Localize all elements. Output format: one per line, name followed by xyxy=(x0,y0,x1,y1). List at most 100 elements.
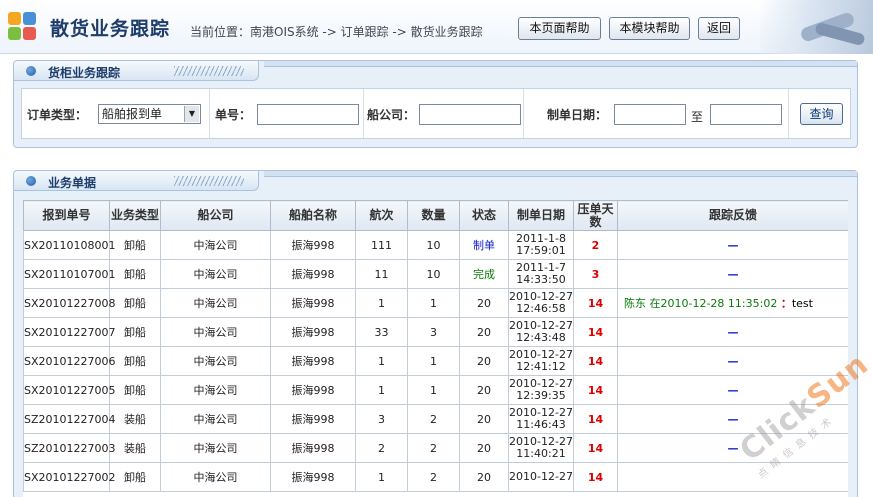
qty-cell: 2 xyxy=(407,404,460,434)
company-cell: 中海公司 xyxy=(160,433,271,463)
company-cell: 中海公司 xyxy=(160,375,271,405)
order-no-input[interactable] xyxy=(257,104,359,125)
panel-hatch-decoration xyxy=(174,66,244,76)
days-cell: 14 xyxy=(573,404,618,434)
order-no-cell: SX20101227008 xyxy=(23,288,116,318)
voyage-cell: 1 xyxy=(355,462,408,492)
company-cell: 中海公司 xyxy=(160,404,271,434)
status-cell: 20 xyxy=(459,346,509,376)
column-header-status[interactable]: 状态 xyxy=(459,200,509,231)
column-header-qty[interactable]: 数量 xyxy=(407,200,460,231)
voyage-cell: 1 xyxy=(355,346,408,376)
ship-cell: 振海998 xyxy=(270,404,356,434)
feedback-cell[interactable]: — xyxy=(617,346,848,376)
status-cell: 20 xyxy=(459,462,509,492)
company-cell: 中海公司 xyxy=(160,230,271,260)
table-row[interactable]: SZ20101227004 装船 中海公司 振海998 3 2 20 2010-… xyxy=(23,404,848,434)
feedback-cell[interactable]: — xyxy=(617,404,848,434)
feedback-cell[interactable]: — xyxy=(617,375,848,405)
table-row[interactable]: SX20101227005 卸船 中海公司 振海998 1 1 20 2010-… xyxy=(23,375,848,405)
voyage-cell: 1 xyxy=(355,375,408,405)
qty-cell: 10 xyxy=(407,230,460,260)
ship-cell: 振海998 xyxy=(270,317,356,347)
ship-cell: 振海998 xyxy=(270,259,356,289)
feedback-cell[interactable]: — xyxy=(617,433,848,463)
handshake-banner-icon xyxy=(760,0,873,54)
company-cell: 中海公司 xyxy=(160,462,271,492)
date-range-separator: 至 xyxy=(691,110,704,124)
column-header-voyage[interactable]: 航次 xyxy=(355,200,408,231)
query-button[interactable]: 查询 xyxy=(800,103,843,125)
back-button[interactable]: 返回 xyxy=(698,17,740,40)
list-panel: 业务单据 报到单号 业务类型 船公司 船舶名称 航次 数量 状态 制单日期 压单… xyxy=(13,170,858,497)
date-cell: 2010-12-27 12:39:35 xyxy=(508,375,574,405)
order-no-cell: SZ20101227003 xyxy=(23,433,116,463)
page-title: 散货业务跟踪 xyxy=(50,18,171,40)
status-cell: 20 xyxy=(459,404,509,434)
status-cell: 20 xyxy=(459,433,509,463)
feedback-cell[interactable]: — xyxy=(617,259,848,289)
column-header-company[interactable]: 船公司 xyxy=(160,200,271,231)
company-cell: 中海公司 xyxy=(160,288,271,318)
table-row[interactable]: SX20101227002 卸船 中海公司 振海998 1 2 20 2010-… xyxy=(23,462,848,492)
order-type-select[interactable]: 船舶报到单 ▼ xyxy=(98,104,201,124)
feedback-cell[interactable]: — xyxy=(617,317,848,347)
date-cell: 2010-12-27 12:43:48 xyxy=(508,317,574,347)
biz-type-cell: 卸船 xyxy=(109,346,161,376)
page-help-button[interactable]: 本页面帮助 xyxy=(518,17,601,40)
column-header-ship[interactable]: 船舶名称 xyxy=(270,200,356,231)
days-cell: 14 xyxy=(573,433,618,463)
column-header-biz-type[interactable]: 业务类型 xyxy=(109,200,161,231)
ship-cell: 振海998 xyxy=(270,462,356,492)
feedback-cell[interactable]: 陈东 在2010-12-28 11:35:02 ：test xyxy=(617,288,848,318)
biz-type-cell: 装船 xyxy=(109,404,161,434)
documents-table-container[interactable]: 报到单号 业务类型 船公司 船舶名称 航次 数量 状态 制单日期 压单天数 跟踪… xyxy=(23,200,848,497)
table-row[interactable]: SX20110107001 卸船 中海公司 振海998 11 10 完成 201… xyxy=(23,259,848,289)
chevron-down-icon[interactable]: ▼ xyxy=(184,106,199,122)
biz-type-cell: 装船 xyxy=(109,433,161,463)
feedback-cell[interactable]: — xyxy=(617,230,848,260)
order-no-cell: SX20101227006 xyxy=(23,346,116,376)
status-cell: 20 xyxy=(459,288,509,318)
table-row[interactable]: SX20101227008 卸船 中海公司 振海998 1 1 20 2010-… xyxy=(23,288,848,318)
voyage-cell: 33 xyxy=(355,317,408,347)
table-row[interactable]: SX20101227006 卸船 中海公司 振海998 1 1 20 2010-… xyxy=(23,346,848,376)
days-cell: 14 xyxy=(573,317,618,347)
end-date-input[interactable] xyxy=(710,104,782,125)
order-no-cell: SZ20101227004 xyxy=(23,404,116,434)
qty-cell: 10 xyxy=(407,259,460,289)
days-cell: 14 xyxy=(573,375,618,405)
order-no-cell: SX20101227005 xyxy=(23,375,116,405)
start-date-input[interactable] xyxy=(614,104,686,125)
column-header-feedback[interactable]: 跟踪反馈 xyxy=(617,200,848,231)
ship-cell: 振海998 xyxy=(270,230,356,260)
biz-type-cell: 卸船 xyxy=(109,462,161,492)
table-row[interactable]: SX20101227007 卸船 中海公司 振海998 33 3 20 2010… xyxy=(23,317,848,347)
column-header-date[interactable]: 制单日期 xyxy=(508,200,574,231)
ship-company-label: 船公司： xyxy=(367,108,416,122)
qty-cell: 2 xyxy=(407,433,460,463)
panel-hatch-decoration xyxy=(174,176,244,186)
column-header-days[interactable]: 压单天数 xyxy=(573,200,618,231)
biz-type-cell: 卸船 xyxy=(109,317,161,347)
days-cell: 3 xyxy=(573,259,618,289)
status-cell: 完成 xyxy=(459,259,509,289)
column-header-order-no[interactable]: 报到单号 xyxy=(23,200,110,231)
ship-company-input[interactable] xyxy=(419,104,521,125)
company-cell: 中海公司 xyxy=(160,317,271,347)
date-cell: 2010-12-27 11:40:21 xyxy=(508,433,574,463)
feedback-cell[interactable] xyxy=(617,462,848,492)
module-help-button[interactable]: 本模块帮助 xyxy=(609,17,690,40)
voyage-cell: 2 xyxy=(355,433,408,463)
order-no-cell: SX20110108001 xyxy=(23,230,116,260)
breadcrumb: 当前位置：南港OIS系统 -> 订单跟踪 -> 散货业务跟踪 xyxy=(190,25,483,39)
panel-title: 业务单据 xyxy=(48,176,97,190)
date-cell: 2010-12-27 12:46:58 xyxy=(508,288,574,318)
table-row[interactable]: SZ20101227003 装船 中海公司 振海998 2 2 20 2010-… xyxy=(23,433,848,463)
days-cell: 14 xyxy=(573,462,618,492)
feedback-user: 陈东 xyxy=(624,297,646,310)
create-date-label: 制单日期： xyxy=(547,108,608,122)
date-cell: 2010-12-27 12:41:12 xyxy=(508,346,574,376)
table-row[interactable]: SX20110108001 卸船 中海公司 振海998 111 10 制单 20… xyxy=(23,230,848,260)
panel-title: 货柜业务跟踪 xyxy=(48,66,121,80)
